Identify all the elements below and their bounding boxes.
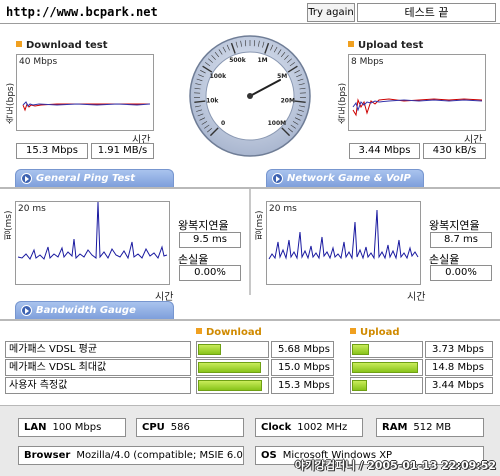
- capture-watermark: 야기강컴퍼니 / 2005-01-13 22:09:52: [294, 459, 496, 472]
- browser-info: Browser Mozilla/4.0 (compatible; MSIE 6.0: [18, 446, 244, 465]
- upload-value: 3.44 Mbps: [425, 377, 493, 394]
- download-value: 15.0 Mbps: [271, 359, 334, 376]
- bw-row-label: 메가패스 VDSL 최대값: [5, 359, 191, 376]
- download-bar-fill: [198, 362, 261, 373]
- bw-row-label: 메가패스 VDSL 평균: [5, 341, 191, 358]
- ping-scale-label: 20 ms: [18, 204, 46, 214]
- speed-gauge-dial: 0 10k 100k 500k 1M 5M 20M 100M: [189, 35, 311, 157]
- gauge-tick-label: 10k: [206, 97, 219, 104]
- tab-general-ping-test[interactable]: General Ping Test: [15, 169, 174, 187]
- download-bar: [196, 377, 269, 394]
- tab-bandwidth-gauge[interactable]: Bandwidth Gauge: [15, 301, 174, 319]
- upload-bar-fill: [352, 344, 369, 355]
- ram-info: RAM 512 MB: [376, 418, 484, 437]
- play-icon: [21, 173, 32, 184]
- cpu-info: CPU 586: [136, 418, 244, 437]
- lan-info: LAN 100 Mbps: [18, 418, 126, 437]
- upload-scale-label: 8 Mbps: [351, 57, 384, 67]
- ping-axis-label: 핑(ms): [4, 210, 14, 240]
- ping-rtt-label: 왕복지연율: [178, 219, 229, 232]
- gauge-tick-label: 1M: [257, 57, 267, 64]
- download-mbytes-value: 1.91 MB/s: [91, 143, 154, 159]
- upload-title: Upload test: [348, 40, 423, 51]
- bullet-icon: [16, 41, 22, 47]
- upload-bar: [350, 359, 423, 376]
- upload-kbytes-value: 430 kB/s: [423, 143, 486, 159]
- upload-value: 3.73 Mbps: [425, 341, 493, 358]
- download-bar: [196, 359, 269, 376]
- test-status-box: 테스트 끝: [357, 3, 496, 22]
- bw-upload-header: Upload: [350, 327, 399, 338]
- vertical-divider: [249, 189, 251, 295]
- upload-bar-fill: [352, 362, 418, 373]
- download-value: 5.68 Mbps: [271, 341, 334, 358]
- game-ping-line: [268, 209, 419, 260]
- gauge-tick-label: 0: [221, 120, 225, 127]
- gauge-tick-label: 500k: [229, 57, 247, 64]
- ping-rtt-value: 9.5 ms: [179, 232, 241, 248]
- bw-row-label: 사용자 측정값: [5, 377, 191, 394]
- game-ping-graph: [268, 209, 419, 260]
- speed-gauge: 0 10k 100k 500k 1M 5M 20M 100M: [188, 34, 312, 158]
- site-url-text: http://www.bcpark.net: [6, 5, 158, 19]
- upload-bar-fill: [352, 380, 367, 391]
- upload-bar: [350, 341, 423, 358]
- game-scale-label: 20 ms: [269, 204, 297, 214]
- bullet-icon: [350, 328, 356, 334]
- ping-graph: [17, 201, 168, 260]
- download-title: Download test: [16, 40, 108, 51]
- game-rtt-label: 왕복지연율: [429, 219, 480, 232]
- try-again-button[interactable]: Try again: [307, 3, 355, 22]
- download-mbps-value: 15.3 Mbps: [16, 143, 88, 159]
- bullet-icon: [348, 41, 354, 47]
- game-axis-label: 핑(ms): [255, 210, 265, 240]
- ping-loss-value: 0.00%: [179, 265, 241, 281]
- download-bar: [196, 341, 269, 358]
- game-loss-value: 0.00%: [430, 265, 492, 281]
- download-value: 15.3 Mbps: [271, 377, 334, 394]
- game-time-label: 시간: [407, 292, 426, 303]
- play-icon: [21, 305, 32, 316]
- upload-value: 14.8 Mbps: [425, 359, 493, 376]
- download-bar-fill: [198, 344, 221, 355]
- bullet-icon: [196, 328, 202, 334]
- gauge-tick-label: 100k: [210, 73, 228, 80]
- section-divider: [0, 319, 500, 321]
- tab-network-game-voip-test[interactable]: Network Game & VoIP Test: [266, 169, 424, 201]
- gauge-tick-label: 100M: [268, 120, 287, 127]
- bw-download-header: Download: [196, 327, 262, 338]
- download-bar-fill: [198, 380, 262, 391]
- clock-info: Clock 1002 MHz: [255, 418, 363, 437]
- gauge-tick-label: 20M: [281, 97, 295, 104]
- upload-mbps-value: 3.44 Mbps: [349, 143, 420, 159]
- download-scale-label: 40 Mbps: [19, 57, 58, 67]
- upload-bar: [350, 377, 423, 394]
- gauge-tick-label: 5M: [277, 73, 287, 80]
- game-rtt-value: 8.7 ms: [430, 232, 492, 248]
- play-icon: [272, 173, 283, 184]
